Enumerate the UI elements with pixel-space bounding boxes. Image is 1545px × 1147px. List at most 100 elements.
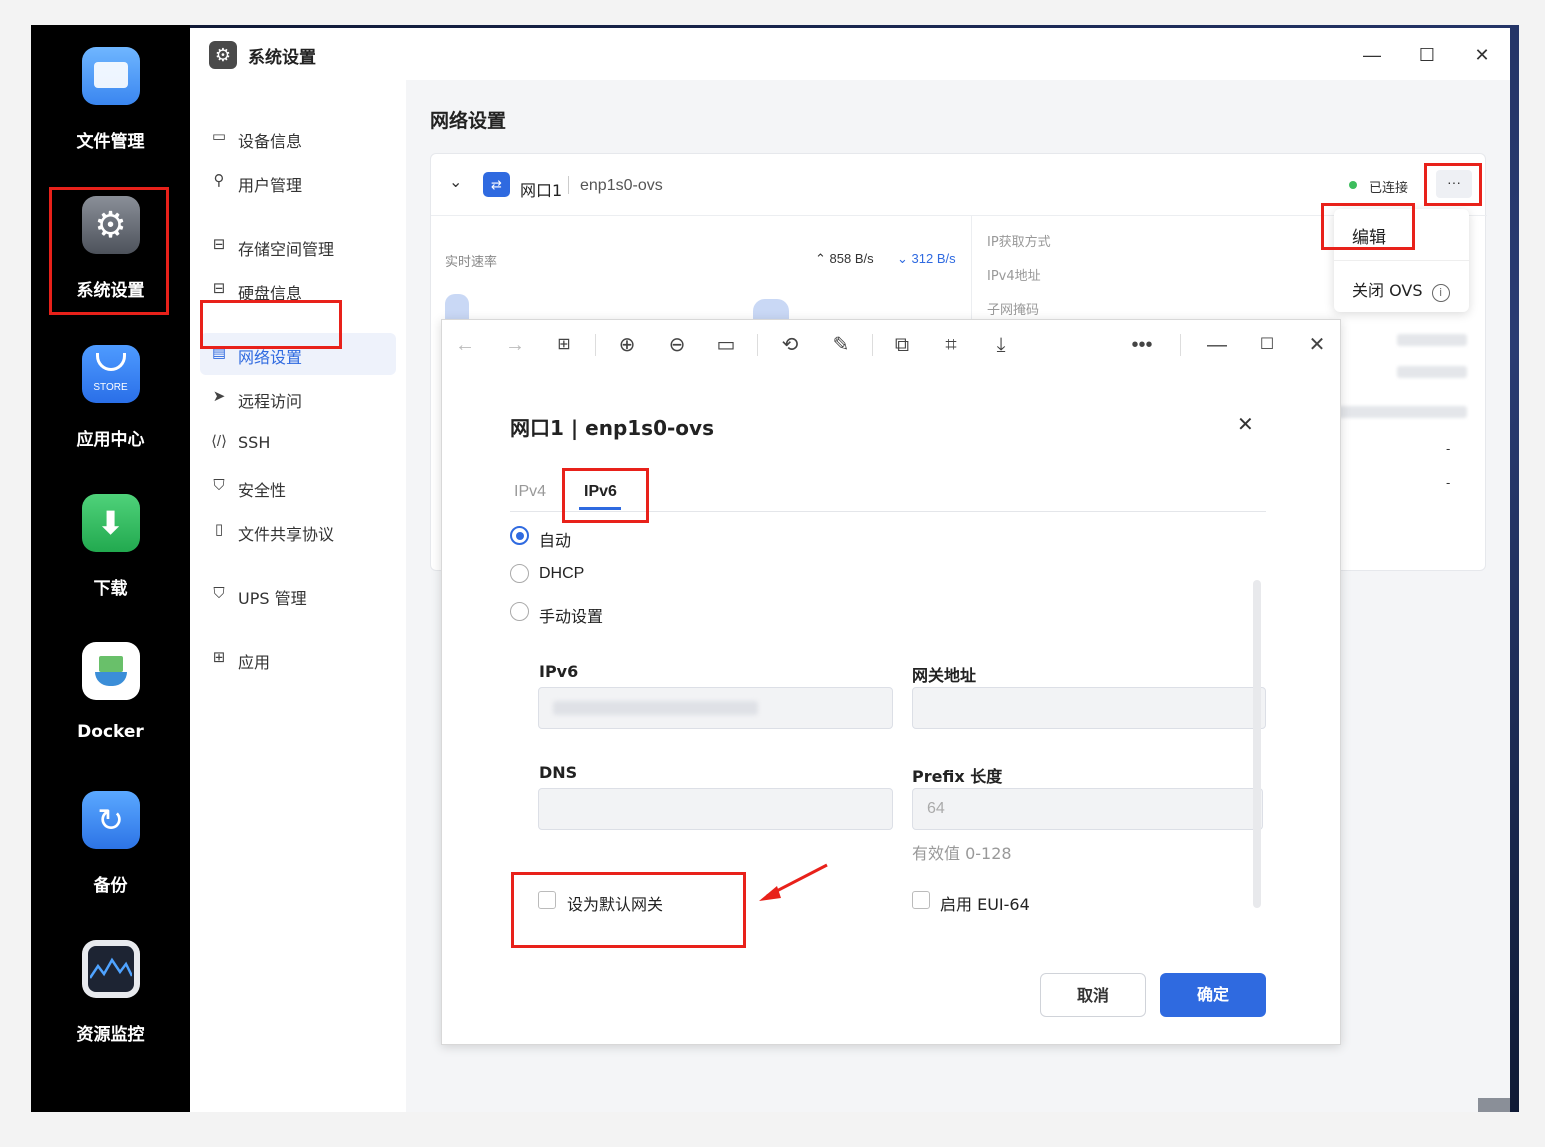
annotation-box-system-settings (49, 187, 169, 315)
grid-view-icon[interactable]: ⊞ (549, 330, 579, 360)
rotate-icon[interactable]: ⟲ (775, 330, 805, 360)
radio-manual[interactable] (510, 602, 529, 621)
upload-rate-value: 858 B/s (829, 251, 874, 266)
menu-item-label: 关闭 OVS (1352, 281, 1423, 300)
minimize-button[interactable]: — (1357, 40, 1387, 70)
blurred-value (1397, 334, 1467, 346)
dock-item-docker[interactable]: Docker (31, 642, 190, 742)
radio-manual-label: 手动设置 (539, 607, 604, 626)
forward-arrow-icon[interactable]: → (500, 330, 530, 360)
window-titlebar: ⚙ 系统设置 — ☐ ✕ (190, 28, 1510, 80)
settings-app-icon: ⚙ (209, 41, 237, 69)
more-options-icon[interactable]: ••• (1127, 330, 1157, 360)
interface-name: enp1s0-ovs (580, 177, 663, 194)
dns-input[interactable] (538, 788, 893, 830)
viewer-maximize-icon[interactable]: ☐ (1252, 330, 1282, 360)
sidebar-item-label: 安全性 (238, 481, 287, 500)
viewer-toolbar: ← → ⊞ ⊕ ⊖ ▭ ⟲ ✎ ⧉ ⌗ ⤓ ••• — ☐ ✕ (442, 320, 1342, 370)
dock-label: 文件管理 (76, 132, 145, 152)
dock-label: 备份 (93, 876, 128, 896)
edit-icon[interactable]: ✎ (826, 330, 856, 360)
viewer-minimize-icon[interactable]: — (1202, 330, 1232, 360)
annotation-box-network (200, 300, 342, 349)
dock-item-app-store[interactable]: STORE 应用中心 (31, 345, 190, 450)
sidebar-item-file-sharing[interactable]: ▯ 文件共享协议 (200, 510, 396, 552)
save-icon[interactable]: ⤓ (986, 330, 1016, 360)
connected-dot (1349, 181, 1357, 189)
divider (757, 334, 758, 356)
viewer-close-icon[interactable]: ✕ (1302, 330, 1332, 360)
device-icon: ▭ (211, 128, 227, 145)
maximize-button[interactable]: ☐ (1412, 40, 1442, 70)
port-name: 网口1 (520, 181, 563, 200)
sidebar-item-apps[interactable]: ⊞ 应用 (200, 638, 396, 680)
divider (568, 176, 569, 194)
chevron-down-icon[interactable]: ⌄ (449, 172, 462, 192)
sidebar-item-security[interactable]: ⛉ 安全性 (200, 466, 396, 508)
dock-item-file-manager[interactable]: 文件管理 (31, 47, 190, 152)
sidebar-item-label: 存储空间管理 (238, 240, 335, 259)
back-arrow-icon[interactable]: ← (450, 330, 480, 360)
sidebar-item-device-info[interactable]: ▭ 设备信息 (200, 117, 396, 159)
zoom-out-icon[interactable]: ⊖ (662, 330, 692, 360)
ipv6-input[interactable] (538, 687, 893, 729)
dns-label: DNS (539, 763, 578, 782)
gateway-input[interactable] (912, 687, 1266, 729)
sidebar-item-label: 用户管理 (238, 176, 303, 195)
scroll-top-icon[interactable] (1478, 1098, 1510, 1112)
sidebar-item-ssh[interactable]: ⟨/⟩ SSH (200, 422, 396, 464)
dock-item-download[interactable]: ⬇ 下载 (31, 494, 190, 599)
dock-item-resource-monitor[interactable]: 资源监控 (31, 940, 190, 1045)
sidebar-item-storage[interactable]: ⊟ 存储空间管理 (200, 225, 396, 267)
scrollbar[interactable] (1253, 580, 1261, 908)
rate-chart-peak (445, 294, 469, 320)
menu-item-close-ovs[interactable]: 关闭 OVS i (1352, 277, 1450, 302)
shield-icon: ⛉ (213, 477, 225, 494)
download-rate: ⌄ 312 B/s (897, 251, 956, 266)
document-icon: ▯ (214, 521, 224, 538)
text-recognize-icon[interactable]: ⌗ (936, 330, 966, 360)
eui64-checkbox[interactable] (912, 891, 930, 909)
sidebar-item-users[interactable]: ⚲ 用户管理 (200, 161, 396, 203)
radio-dhcp[interactable] (510, 564, 529, 583)
eui64-label: 启用 EUI-64 (940, 895, 1030, 914)
send-icon: ➤ (212, 388, 226, 405)
info-label-ip-method: IP获取方式 (987, 235, 1051, 250)
storage-icon: ⊟ (212, 236, 226, 253)
cancel-button[interactable]: 取消 (1040, 973, 1146, 1017)
close-button[interactable]: ✕ (1467, 40, 1497, 70)
ipv6-label: IPv6 (539, 662, 579, 681)
prefix-input[interactable]: 64 (912, 788, 1263, 830)
sidebar-item-label: SSH (238, 433, 271, 452)
translate-icon[interactable]: ⧉ (887, 330, 917, 360)
zoom-in-icon[interactable]: ⊕ (612, 330, 642, 360)
store-icon: STORE (81, 345, 140, 403)
folder-icon (81, 47, 140, 105)
confirm-button[interactable]: 确定 (1160, 973, 1266, 1017)
gateway-label: 网关地址 (912, 666, 977, 685)
dialog-close-button[interactable]: ✕ (1237, 412, 1254, 437)
docker-icon (81, 642, 140, 700)
terminal-icon: ⟨/⟩ (211, 433, 227, 450)
divider (1180, 334, 1181, 356)
annotation-box-ipv6-tab (562, 468, 649, 523)
radio-auto[interactable] (510, 526, 529, 545)
divider (595, 334, 596, 356)
radio-dhcp-label: DHCP (539, 565, 585, 582)
sidebar-item-ups[interactable]: ⛉ UPS 管理 (200, 574, 396, 616)
download-rate-value: 312 B/s (911, 251, 956, 266)
connection-status: 已连接 (1369, 181, 1409, 196)
sidebar-item-label: 文件共享协议 (238, 525, 335, 544)
prefix-hint: 有效值 0-128 (912, 844, 1012, 863)
tab-ipv4[interactable]: IPv4 (514, 483, 546, 501)
annotation-box-more (1424, 163, 1482, 206)
annotation-box-edit (1321, 203, 1415, 250)
blurred-value (1397, 366, 1467, 378)
dock-item-backup[interactable]: ↻ 备份 (31, 791, 190, 896)
ups-shield-icon: ⛉ (213, 585, 225, 602)
dock-label: 应用中心 (76, 430, 145, 450)
backup-icon: ↻ (81, 791, 140, 849)
fit-screen-icon[interactable]: ▭ (711, 330, 741, 360)
divider (872, 334, 873, 356)
sidebar-item-remote-access[interactable]: ➤ 远程访问 (200, 377, 396, 419)
